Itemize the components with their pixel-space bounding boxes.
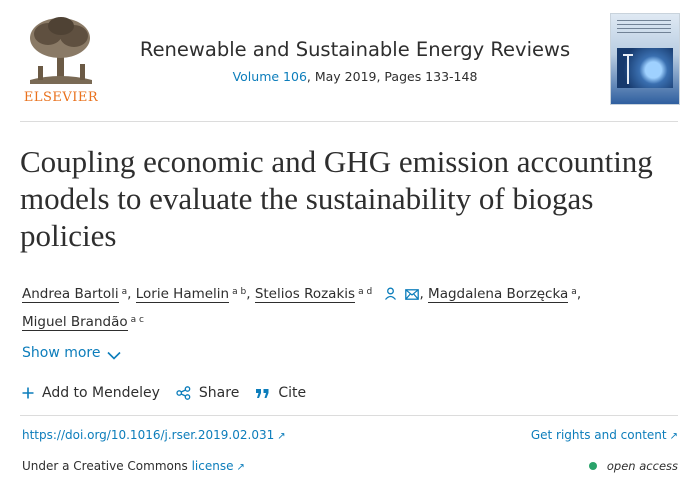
external-link-icon: ↗ — [236, 462, 245, 473]
external-link-icon: ↗ — [277, 431, 286, 442]
author-link[interactable]: Stelios Rozakis — [254, 286, 356, 303]
share-label: Share — [198, 385, 240, 401]
share-icon — [176, 386, 191, 400]
cite-button[interactable]: Cite — [255, 385, 306, 401]
author-affiliation: a c — [130, 315, 144, 325]
license-prefix: Under a Creative Commons — [22, 459, 188, 473]
license-link-text: license — [191, 459, 234, 473]
article-actions: Add to Mendeley Share Cite — [22, 385, 322, 401]
cite-label: Cite — [278, 385, 307, 401]
add-to-mendeley-button[interactable]: Add to Mendeley — [22, 385, 160, 401]
cover-title-lines — [617, 20, 671, 36]
journal-header: Renewable and Sustainable Energy Reviews… — [110, 38, 600, 84]
issue-meta: Volume 106, May 2019, Pages 133-148 — [110, 69, 600, 84]
article-title: Coupling economic and GHG emission accou… — [20, 144, 653, 253]
add-to-mendeley-label: Add to Mendeley — [42, 385, 160, 401]
envelope-icon[interactable] — [405, 284, 420, 308]
doi-text: https://doi.org/10.1016/j.rser.2019.02.0… — [22, 428, 275, 442]
plus-icon — [22, 387, 34, 399]
open-access-dot — [588, 462, 597, 470]
external-link-icon: ↗ — [669, 431, 678, 442]
publisher-name: ELSEVIER — [23, 90, 99, 105]
author-link[interactable]: Miguel Brandão — [22, 314, 128, 331]
show-more-label: Show more — [22, 345, 101, 361]
author-affiliation: a — [121, 287, 128, 297]
chevron-down-icon — [106, 351, 121, 360]
author-affiliation: a d — [358, 287, 373, 297]
author-affiliation: a — [571, 287, 577, 297]
rights-text: Get rights and content — [530, 428, 667, 442]
open-access-badge: open access — [588, 459, 678, 473]
header-divider — [20, 121, 678, 122]
share-button[interactable]: Share — [176, 385, 239, 401]
issue-info: , May 2019, Pages 133-148 — [306, 69, 478, 84]
author-link[interactable]: Lorie Hamelin — [135, 286, 230, 303]
author-link[interactable]: Andrea Bartoli — [22, 286, 119, 303]
license-line: Under a Creative Commons license ↗ — [22, 459, 245, 473]
author-link[interactable]: Magdalena Borzęcka — [428, 286, 569, 303]
rights-link[interactable]: Get rights and content ↗ — [531, 428, 678, 442]
doi-link[interactable]: https://doi.org/10.1016/j.rser.2019.02.0… — [22, 428, 286, 442]
elsevier-tree-logo — [30, 17, 92, 84]
cover-image — [617, 48, 673, 88]
author-list: Andrea Bartoli a, Lorie Hamelin a b, Steli… — [22, 284, 582, 331]
open-access-label: open access — [606, 459, 678, 473]
journal-cover[interactable] — [610, 13, 680, 105]
elsevier-logo[interactable]: ELSEVIER — [20, 14, 102, 105]
license-link[interactable]: license ↗ — [192, 459, 245, 473]
author-affiliation: a b — [232, 287, 247, 297]
actions-divider — [20, 415, 678, 416]
journal-title-link[interactable]: Renewable and Sustainable Energy Reviews — [110, 38, 600, 61]
volume-link[interactable]: Volume 106 — [233, 69, 307, 84]
person-icon[interactable] — [384, 284, 397, 308]
show-more-button[interactable]: Show more — [22, 345, 121, 361]
quote-icon — [256, 389, 269, 398]
